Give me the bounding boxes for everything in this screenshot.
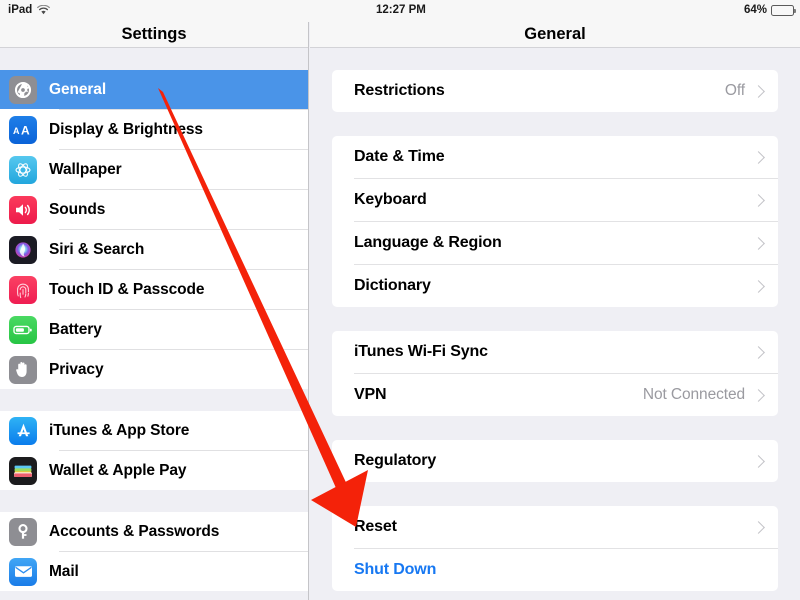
sidebar-item-label: Accounts & Passwords <box>49 522 220 540</box>
chevron-right-icon <box>752 150 765 164</box>
mail-icon <box>9 557 37 586</box>
row-label: Keyboard <box>354 191 427 208</box>
sidebar-item-label: General <box>49 80 107 98</box>
row-date-time[interactable]: Date & Time <box>332 136 778 178</box>
row-value: Off <box>724 82 745 99</box>
siri-icon <box>9 235 37 264</box>
sidebar-item-label: iTunes & App Store <box>49 421 190 439</box>
pane-scroll-area[interactable]: Restrictions Off Date & Time Keyboard La… <box>310 48 800 591</box>
sidebar-item-label: Wallet & Apple Pay <box>49 461 187 479</box>
device-label: iPad <box>8 4 33 16</box>
chevron-right-icon <box>752 345 765 359</box>
sidebar-item-label: Display & Brightness <box>49 120 203 138</box>
sounds-icon <box>9 195 37 224</box>
sidebar-gap <box>0 389 308 411</box>
sidebar-item-sounds[interactable]: Sounds <box>0 190 308 229</box>
row-dictionary[interactable]: Dictionary <box>332 265 778 307</box>
svg-text:A: A <box>13 126 20 136</box>
wallpaper-icon <box>9 155 37 184</box>
sidebar-item-label: Wallpaper <box>49 160 122 178</box>
hand-privacy-icon <box>9 355 37 384</box>
sidebar-group-3: Accounts & Passwords Mail <box>0 512 308 591</box>
display-brightness-icon: A A <box>9 115 37 144</box>
sidebar-item-label: Privacy <box>49 360 104 378</box>
row-label: Date & Time <box>354 148 445 165</box>
row-label: Reset <box>354 518 397 535</box>
row-keyboard[interactable]: Keyboard <box>332 179 778 221</box>
sidebar-title: Settings <box>0 22 308 47</box>
row-shut-down[interactable]: Shut Down <box>332 549 778 591</box>
svg-text:A: A <box>21 123 30 137</box>
sidebar-item-label: Sounds <box>49 200 106 218</box>
status-bar-left: iPad <box>8 4 51 16</box>
sidebar-item-display-brightness[interactable]: A A Display & Brightness <box>0 110 308 149</box>
row-value: Not Connected <box>642 386 745 403</box>
settings-card-regulatory: Regulatory <box>332 440 778 482</box>
chevron-right-icon <box>752 520 765 534</box>
sidebar-item-privacy[interactable]: Privacy <box>0 350 308 389</box>
chevron-right-icon <box>752 193 765 207</box>
row-label: Dictionary <box>354 277 431 294</box>
pane-gap <box>310 48 800 70</box>
pane-gap <box>310 307 800 331</box>
key-icon <box>9 517 37 546</box>
chevron-right-icon <box>752 454 765 468</box>
sidebar-item-wallet-apple-pay[interactable]: Wallet & Apple Pay <box>0 451 308 490</box>
sidebar-item-mail[interactable]: Mail <box>0 552 308 591</box>
chevron-right-icon <box>752 279 765 293</box>
row-label: VPN <box>354 386 387 403</box>
settings-card-localization: Date & Time Keyboard Language & Region D… <box>332 136 778 307</box>
settings-card-connectivity: iTunes Wi-Fi Sync VPN Not Connected <box>332 331 778 416</box>
sidebar-item-siri-search[interactable]: Siri & Search <box>0 230 308 269</box>
sidebar-item-touch-id-passcode[interactable]: Touch ID & Passcode <box>0 270 308 309</box>
row-label: Regulatory <box>354 452 437 469</box>
sidebar-gap <box>0 48 308 70</box>
sidebar-item-battery[interactable]: Battery <box>0 310 308 349</box>
row-restrictions[interactable]: Restrictions Off <box>332 70 778 112</box>
sidebar-item-label: Siri & Search <box>49 240 145 258</box>
ipad-settings-screen: iPad 12:27 PM 64% Settings General A A D… <box>0 0 800 600</box>
sidebar-group-1: General A A Display & Brightness Wallpap… <box>0 70 308 389</box>
pane-gap <box>310 416 800 440</box>
settings-card-restrictions: Restrictions Off <box>332 70 778 112</box>
battery-icon <box>771 4 797 16</box>
sidebar-gap <box>0 490 308 512</box>
gear-icon <box>9 75 37 104</box>
row-vpn[interactable]: VPN Not Connected <box>332 374 778 416</box>
row-label: Restrictions <box>354 82 445 99</box>
status-bar: iPad 12:27 PM 64% <box>0 0 800 22</box>
sidebar-group-2: iTunes & App Store Wallet & Apple Pay <box>0 411 308 490</box>
row-language-region[interactable]: Language & Region <box>332 222 778 264</box>
general-settings-pane[interactable]: General Restrictions Off Date & Time Key… <box>310 22 800 600</box>
battery-percent-label: 64% <box>743 4 767 16</box>
settings-sidebar[interactable]: Settings General A A Display & Brightnes… <box>0 22 309 600</box>
sidebar-item-label: Mail <box>49 562 79 580</box>
sidebar-item-label: Touch ID & Passcode <box>49 280 205 298</box>
chevron-right-icon <box>752 388 765 402</box>
app-store-icon <box>9 416 37 445</box>
sidebar-item-general[interactable]: General <box>0 70 308 109</box>
pane-gap <box>310 482 800 506</box>
status-bar-clock: 12:27 PM <box>376 4 426 16</box>
status-bar-right: 64% <box>743 4 797 16</box>
row-regulatory[interactable]: Regulatory <box>332 440 778 482</box>
sidebar-item-accounts-passwords[interactable]: Accounts & Passwords <box>0 512 308 551</box>
sidebar-item-label: Battery <box>49 320 102 338</box>
row-label: Language & Region <box>354 234 502 251</box>
page-title: General <box>310 22 800 47</box>
chevron-right-icon <box>752 236 765 250</box>
fingerprint-icon <box>9 275 37 304</box>
pane-gap <box>310 112 800 136</box>
settings-card-reset-shutdown: Reset Shut Down <box>332 506 778 591</box>
battery-settings-icon <box>9 315 37 344</box>
wallet-icon <box>9 456 37 485</box>
row-label: iTunes Wi-Fi Sync <box>354 343 488 360</box>
chevron-right-icon <box>752 84 765 98</box>
row-reset[interactable]: Reset <box>332 506 778 548</box>
sidebar-item-wallpaper[interactable]: Wallpaper <box>0 150 308 189</box>
sidebar-item-itunes-app-store[interactable]: iTunes & App Store <box>0 411 308 450</box>
row-itunes-wifi-sync[interactable]: iTunes Wi-Fi Sync <box>332 331 778 373</box>
shut-down-link[interactable]: Shut Down <box>354 561 765 579</box>
wifi-icon <box>37 5 51 15</box>
